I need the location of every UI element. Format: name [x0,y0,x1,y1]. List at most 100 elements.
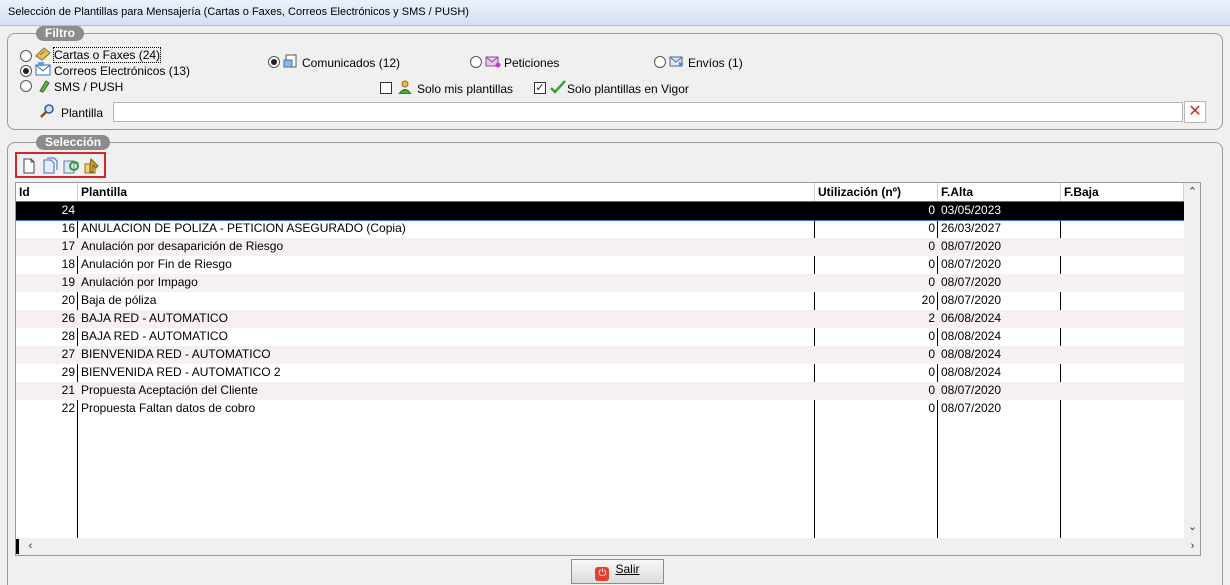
vertical-scrollbar[interactable]: ⌃ ⌄ [1184,183,1200,538]
table-row[interactable]: 27 BIENVENIDA RED - AUTOMATICO 0 08/08/2024 [16,346,1184,364]
cell-utilizacion: 2 [928,311,935,325]
cell-f-alta: 08/07/2020 [941,401,1002,415]
scroll-up-icon[interactable]: ⌃ [1184,185,1200,198]
cell-f-alta: 06/08/2024 [941,311,1002,325]
scroll-thumb[interactable] [16,539,19,554]
cell-plantilla: Propuesta Aceptación del Cliente [81,383,258,397]
cell-utilizacion: 0 [928,275,935,289]
cell-utilizacion: 0 [928,347,935,361]
new-document-icon[interactable] [20,157,38,175]
radio-sms-push[interactable] [20,80,32,92]
scroll-left-icon[interactable]: ‹ [22,540,39,552]
cell-id: 28 [61,329,75,343]
cell-plantilla [78,202,814,220]
peticiones-label[interactable]: Peticiones [504,56,559,70]
cell-utilizacion: 0 [928,257,935,271]
radio-peticiones[interactable] [470,56,482,68]
scroll-right-icon[interactable]: › [1184,540,1200,552]
table-row[interactable]: 29 BIENVENIDA RED - AUTOMATICO 2 0 08/08/20… [16,364,1184,382]
cell-f-alta: 08/07/2020 [941,275,1002,289]
col-header-utilizacion[interactable]: Utilización (nº) [815,183,938,202]
cell-id: 24 [61,203,75,217]
phone-icon [39,80,50,93]
radio-envios[interactable] [654,56,666,68]
salir-button[interactable]: ⏻ Salir [571,559,664,584]
cell-utilizacion: 0 [928,221,935,235]
assign-icon[interactable] [83,157,101,175]
filtro-legend: Filtro [36,26,84,41]
cell-plantilla: ANULACION DE POLIZA - PETICION ASEGURADO… [81,221,406,235]
cell-plantilla: Anulación por desaparición de Riesgo [81,239,284,253]
col-header-f-alta[interactable]: F.Alta [938,183,1061,202]
radio-comunicados[interactable] [268,56,280,68]
comunicados-label[interactable]: Comunicados (12) [302,56,400,70]
col-header-id[interactable]: Id [16,183,78,202]
table-row[interactable]: 16 ANULACION DE POLIZA - PETICION ASEGURA… [16,220,1184,238]
cell-id: 27 [61,347,75,361]
email-icon [35,62,51,76]
table-row[interactable]: 28 BAJA RED - AUTOMATICO 0 08/08/2024 [16,328,1184,346]
cell-f-baja [1061,364,1183,382]
table-row[interactable]: 24 0 03/05/2023 [16,201,1185,221]
table-row[interactable]: 26 BAJA RED - AUTOMATICO 2 06/08/2024 [16,310,1184,328]
salir-label: Salir [615,562,640,576]
solo-mis-plantillas-checkbox[interactable] [380,82,392,94]
radio-cartas-faxes[interactable] [20,50,32,62]
cartas-faxes-label[interactable]: Cartas o Faxes (24) [52,47,162,63]
cell-f-baja [1061,292,1183,310]
seleccion-toolbar [15,152,106,178]
cell-utilizacion: 0 [928,329,935,343]
letter-icon [35,47,51,61]
refresh-icon[interactable] [62,157,80,175]
cell-utilizacion: 20 [921,293,935,307]
checkmark-icon [550,80,566,94]
cell-plantilla: Propuesta Faltan datos de cobro [81,401,256,415]
cell-plantilla: BAJA RED - AUTOMATICO [81,329,228,343]
col-header-plantilla[interactable]: Plantilla [78,183,815,202]
solo-vigor-label[interactable]: Solo plantillas en Vigor [567,82,689,96]
table-row[interactable]: 17 Anulación por desaparición de Riesgo 0 0… [16,238,1184,256]
envios-label[interactable]: Envíos (1) [688,56,743,70]
plantilla-input[interactable] [113,102,1183,122]
table-row[interactable]: 20 Baja de póliza 20 08/07/2020 [16,292,1184,310]
cell-f-alta: 03/05/2023 [941,203,1002,217]
table-row[interactable]: 21 Propuesta Aceptación del Cliente 0 08/07… [16,382,1184,400]
correos-electronicos-label[interactable]: Correos Electrónicos (13) [54,64,190,78]
radio-correos-electronicos[interactable] [20,65,32,77]
cell-f-alta: 08/07/2020 [941,293,1002,307]
horizontal-scrollbar[interactable]: ‹ › [16,538,1200,555]
envelope-icon [485,56,501,68]
close-icon: ✕ [1188,103,1202,120]
send-icon [669,56,684,67]
cell-plantilla: BIENVENIDA RED - AUTOMATICO [81,347,271,361]
cell-f-baja [1061,202,1183,220]
cell-utilizacion: 0 [928,203,935,217]
search-icon [40,104,54,118]
scroll-down-icon[interactable]: ⌄ [1184,520,1200,533]
cell-f-baja [1061,238,1183,256]
col-header-f-baja[interactable]: F.Baja [1061,183,1184,202]
seleccion-legend: Selección [36,135,111,150]
clear-filter-button[interactable]: ✕ [1184,101,1206,123]
cell-id: 17 [61,239,75,253]
cell-plantilla: BAJA RED - AUTOMATICO [81,311,228,325]
document-icon [283,54,297,68]
cell-id: 16 [61,221,75,235]
copy-document-icon[interactable] [41,157,59,175]
solo-vigor-checkbox[interactable]: ✓ [534,82,546,94]
sms-push-label[interactable]: SMS / PUSH [54,80,123,94]
cell-f-alta: 08/08/2024 [941,347,1002,361]
table-row[interactable]: 19 Anulación por Impago 0 08/07/2020 [16,274,1184,292]
plantillas-grid: Id Plantilla Utilización (nº) F.Alta F.B… [15,182,1201,556]
cell-plantilla: Baja de póliza [81,293,157,307]
cell-f-baja [1061,256,1183,274]
cell-plantilla: Anulación por Impago [81,275,198,289]
cell-f-baja [1061,346,1183,364]
solo-mis-plantillas-label[interactable]: Solo mis plantillas [417,82,513,96]
cell-f-baja [1061,310,1183,328]
cell-utilizacion: 0 [928,239,935,253]
table-row[interactable]: 18 Anulación por Fin de Riesgo 0 08/07/2020 [16,256,1184,274]
cell-utilizacion: 0 [928,401,935,415]
cell-f-alta: 08/07/2020 [941,383,1002,397]
table-row[interactable]: 22 Propuesta Faltan datos de cobro 0 08/07/… [16,400,1184,418]
